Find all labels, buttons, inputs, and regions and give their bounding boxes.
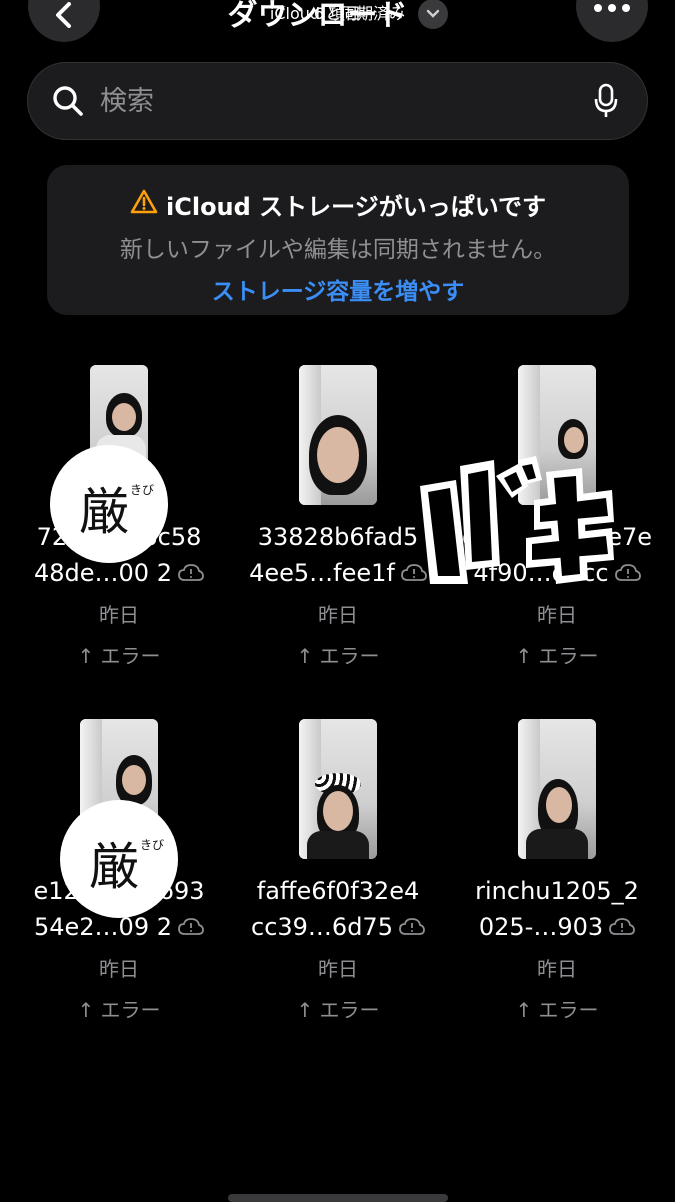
file-date: 昨日 (537, 603, 577, 627)
cloud-alert-icon (399, 910, 425, 946)
baki-sticker (416, 456, 616, 586)
upload-error-status: ↑ エラー (515, 644, 599, 668)
file-date: 昨日 (99, 603, 139, 627)
cloud-alert-icon (178, 556, 204, 592)
file-item[interactable]: faffe6f0f32e4 cc39…6d75 昨日 ↑ エラー (228, 719, 448, 1023)
banner-title-row: iCloud ストレージがいっぱいです (47, 187, 629, 222)
file-item[interactable]: 33828b6fad5 4ee5…fee1f 昨日 ↑ エラー (228, 365, 448, 669)
storage-full-banner: iCloud ストレージがいっぱいです 新しいファイルや編集は同期されません。 … (47, 165, 629, 315)
banner-title: iCloud ストレージがいっぱいです (166, 193, 546, 221)
file-name: rinchu1205_2 025-…903 (447, 873, 667, 945)
banner-description: 新しいファイルや編集は同期されません。 (119, 237, 557, 263)
cloud-alert-icon (178, 910, 204, 946)
upload-error-status: ↑ エラー (296, 998, 380, 1022)
increase-storage-link[interactable]: ストレージ容量を増やす (47, 272, 629, 306)
file-item[interactable]: rinchu1205_2 025-…903 昨日 ↑ エラー (447, 719, 667, 1023)
upload-error-status: ↑ エラー (77, 644, 161, 668)
kanji-sticker: 厳 きび (50, 445, 168, 563)
file-date: 昨日 (318, 957, 358, 981)
file-name: 33828b6fad5 4ee5…fee1f (228, 519, 448, 591)
file-thumbnail (299, 365, 377, 505)
search-input[interactable] (98, 84, 593, 118)
kanji-sticker: 厳 きび (60, 800, 178, 918)
sync-status: iCloud と同期済み (269, 4, 406, 23)
search-bar[interactable] (27, 62, 648, 140)
file-thumbnail (299, 719, 377, 859)
file-date: 昨日 (318, 603, 358, 627)
cloud-alert-icon (614, 556, 641, 592)
warning-triangle-icon (130, 189, 158, 221)
upload-error-status: ↑ エラー (515, 998, 599, 1022)
microphone-icon[interactable] (593, 83, 619, 119)
search-icon (52, 85, 84, 117)
cloud-alert-icon (609, 910, 636, 946)
file-date: 昨日 (99, 957, 139, 981)
file-date: 昨日 (537, 957, 577, 981)
upload-error-status: ↑ エラー (77, 998, 161, 1022)
file-name: faffe6f0f32e4 cc39…6d75 (228, 873, 448, 945)
upload-error-status: ↑ エラー (296, 644, 380, 668)
home-indicator (228, 1194, 448, 1202)
file-thumbnail (518, 719, 596, 859)
